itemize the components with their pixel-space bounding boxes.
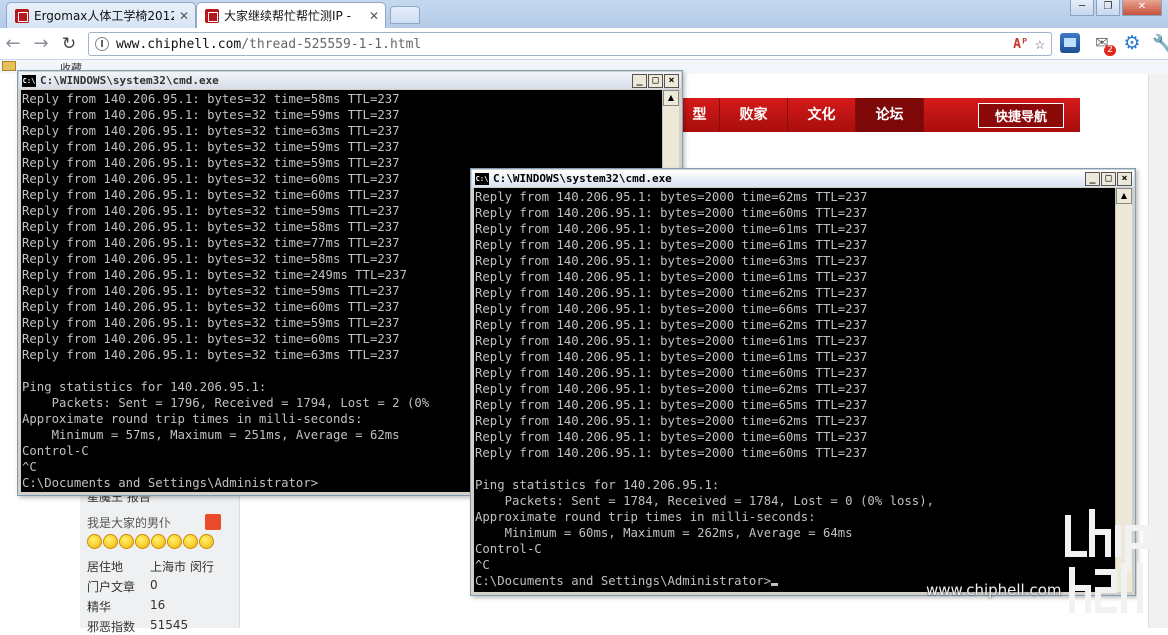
gear-icon[interactable]: ⚙ bbox=[1122, 33, 1142, 53]
console-line: Reply from 140.206.95.1: bytes=2000 time… bbox=[475, 446, 868, 460]
scroll-up-icon[interactable]: ▲ bbox=[1116, 188, 1132, 204]
chiphell-favicon-icon bbox=[15, 8, 29, 23]
nav-item-type[interactable]: 型 bbox=[680, 98, 720, 132]
console-line: Reply from 140.206.95.1: bytes=2000 time… bbox=[475, 382, 868, 396]
wrench-icon[interactable]: 🔧 bbox=[1152, 34, 1168, 54]
forward-icon[interactable]: → bbox=[30, 33, 52, 55]
translate-icon[interactable]: Aᴾ bbox=[1013, 37, 1029, 52]
smiley-icon bbox=[199, 534, 214, 549]
address-bar[interactable]: www.chiphell.com/thread-525559-1-1.html … bbox=[88, 32, 1052, 56]
console-line: Reply from 140.206.95.1: bytes=2000 time… bbox=[475, 270, 868, 284]
mail-extension-icon[interactable]: ✉ 2 bbox=[1092, 33, 1116, 56]
maximize-icon[interactable]: □ bbox=[1101, 171, 1116, 186]
console-line: ^C bbox=[475, 558, 490, 572]
console-line: Reply from 140.206.95.1: bytes=2000 time… bbox=[475, 334, 868, 348]
console-line: Reply from 140.206.95.1: bytes=2000 time… bbox=[475, 206, 868, 220]
console-line: Reply from 140.206.95.1: bytes=2000 time… bbox=[475, 414, 868, 428]
console-line: Packets: Sent = 1784, Received = 1784, L… bbox=[475, 494, 935, 508]
tab-close-icon[interactable]: ✕ bbox=[369, 9, 379, 23]
console-line: Reply from 140.206.95.1: bytes=32 time=5… bbox=[22, 140, 400, 154]
nav-item-culture[interactable]: 文化 bbox=[788, 98, 856, 132]
folder-icon[interactable] bbox=[2, 61, 16, 71]
console-line: Reply from 140.206.95.1: bytes=32 time=5… bbox=[22, 108, 400, 122]
rss-icon[interactable] bbox=[205, 514, 221, 530]
smiley-icon bbox=[183, 534, 198, 549]
smiley-icon bbox=[151, 534, 166, 549]
nav-item-forum[interactable]: 论坛 bbox=[856, 98, 924, 132]
photo-extension-icon[interactable] bbox=[1060, 33, 1080, 53]
tab-strip: Ergomax人体工学椅2012年 ✕ 大家继续帮忙帮忙测IP - ✕ ─ ❐ … bbox=[0, 0, 1168, 28]
reload-icon[interactable]: ↻ bbox=[58, 33, 80, 55]
console-line: Reply from 140.206.95.1: bytes=2000 time… bbox=[475, 254, 868, 268]
close-icon[interactable]: × bbox=[664, 73, 679, 88]
watermark-text: www.chiphell.com bbox=[926, 581, 1062, 599]
smiley-icon bbox=[119, 534, 134, 549]
minimize-icon[interactable]: _ bbox=[1085, 171, 1100, 186]
cmd-icon: C:\ bbox=[475, 172, 489, 185]
tab-title: Ergomax人体工学椅2012年 bbox=[34, 9, 174, 23]
cmd-console-output[interactable]: Reply from 140.206.95.1: bytes=2000 time… bbox=[474, 188, 1115, 592]
mail-badge: 2 bbox=[1104, 45, 1116, 56]
new-tab-button[interactable] bbox=[390, 6, 420, 24]
console-line: Reply from 140.206.95.1: bytes=2000 time… bbox=[475, 350, 868, 364]
smiley-icon bbox=[87, 534, 102, 549]
star-icon[interactable]: ☆ bbox=[1035, 34, 1045, 54]
cmd-titlebar[interactable]: C:\ C:\WINDOWS\system32\cmd.exe _ □ × bbox=[472, 170, 1134, 187]
back-icon[interactable]: ← bbox=[2, 33, 24, 55]
close-window-icon[interactable]: ✕ bbox=[1122, 0, 1162, 16]
console-line: Reply from 140.206.95.1: bytes=32 time=5… bbox=[22, 92, 400, 106]
console-line: Reply from 140.206.95.1: bytes=2000 time… bbox=[475, 238, 868, 252]
cmd-window-title: C:\WINDOWS\system32\cmd.exe bbox=[493, 172, 672, 185]
close-icon[interactable]: × bbox=[1117, 171, 1132, 186]
console-line: Reply from 140.206.95.1: bytes=2000 time… bbox=[475, 286, 868, 300]
url-path: /thread-525559-1-1.html bbox=[241, 36, 422, 52]
cmd-icon: C:\ bbox=[22, 74, 36, 87]
smiley-icon bbox=[103, 534, 118, 549]
minimize-icon[interactable]: _ bbox=[632, 73, 647, 88]
tab-close-icon[interactable]: ✕ bbox=[179, 9, 189, 23]
window-controls: ─ ❐ ✕ bbox=[1070, 0, 1162, 16]
browser-toolbar: ← → ↻ www.chiphell.com/thread-525559-1-1… bbox=[0, 28, 1168, 60]
console-line: Control-C bbox=[475, 542, 542, 556]
page-info-icon[interactable] bbox=[95, 37, 109, 51]
console-line: Reply from 140.206.95.1: bytes=2000 time… bbox=[475, 222, 868, 236]
smiley-icon bbox=[167, 534, 182, 549]
cmd-window-2[interactable]: C:\ C:\WINDOWS\system32\cmd.exe _ □ × Re… bbox=[470, 168, 1136, 596]
console-line: Reply from 140.206.95.1: bytes=2000 time… bbox=[475, 366, 868, 380]
console-line: Reply from 140.206.95.1: bytes=32 time=6… bbox=[22, 124, 400, 138]
text-cursor bbox=[771, 583, 779, 586]
nav-item-baijia[interactable]: 败家 bbox=[720, 98, 788, 132]
console-line: Minimum = 60ms, Maximum = 262ms, Average… bbox=[475, 526, 853, 540]
tab-ip-test[interactable]: 大家继续帮忙帮忙测IP - ✕ bbox=[196, 2, 386, 28]
console-line: Reply from 140.206.95.1: bytes=2000 time… bbox=[475, 398, 868, 412]
stat-row-evil-index: 邪恶指数 51545 bbox=[87, 618, 189, 634]
chiphell-favicon-icon bbox=[205, 8, 219, 23]
console-line: Reply from 140.206.95.1: bytes=2000 time… bbox=[475, 302, 868, 316]
console-line: Ping statistics for 140.206.95.1: bbox=[475, 478, 720, 492]
quick-nav-button[interactable]: 快捷导航 bbox=[977, 102, 1064, 128]
tab-ergomax[interactable]: Ergomax人体工学椅2012年 ✕ bbox=[6, 2, 196, 28]
chiphell-watermark-logo-icon bbox=[1065, 509, 1149, 613]
scroll-up-icon[interactable]: ▲ bbox=[663, 90, 679, 106]
console-line: Reply from 140.206.95.1: bytes=2000 time… bbox=[475, 318, 868, 332]
tab-title: 大家继续帮忙帮忙测IP - bbox=[224, 9, 351, 23]
stat-row-location: 居住地 上海市 闵行 bbox=[87, 560, 214, 574]
minimize-icon[interactable]: ─ bbox=[1070, 0, 1094, 16]
console-line: Approximate round trip times in milli-se… bbox=[475, 510, 816, 524]
console-line: Reply from 140.206.95.1: bytes=2000 time… bbox=[475, 190, 868, 204]
stat-row-digest: 精华 16 bbox=[87, 598, 166, 614]
author-signature: 我是大家的男仆 bbox=[87, 516, 172, 530]
stat-row-articles: 门户文章 0 bbox=[87, 578, 158, 594]
restore-icon[interactable]: ❐ bbox=[1096, 0, 1120, 16]
rank-smileys bbox=[87, 534, 214, 549]
cmd-titlebar[interactable]: C:\ C:\WINDOWS\system32\cmd.exe _ □ × bbox=[19, 72, 681, 89]
maximize-icon[interactable]: □ bbox=[648, 73, 663, 88]
url-host: www.chiphell.com bbox=[116, 36, 242, 52]
smiley-icon bbox=[135, 534, 150, 549]
console-line: Reply from 140.206.95.1: bytes=2000 time… bbox=[475, 430, 868, 444]
site-navbar: 型 败家 文化 论坛 快捷导航 bbox=[680, 98, 1080, 132]
cmd-window-title: C:\WINDOWS\system32\cmd.exe bbox=[40, 74, 219, 87]
